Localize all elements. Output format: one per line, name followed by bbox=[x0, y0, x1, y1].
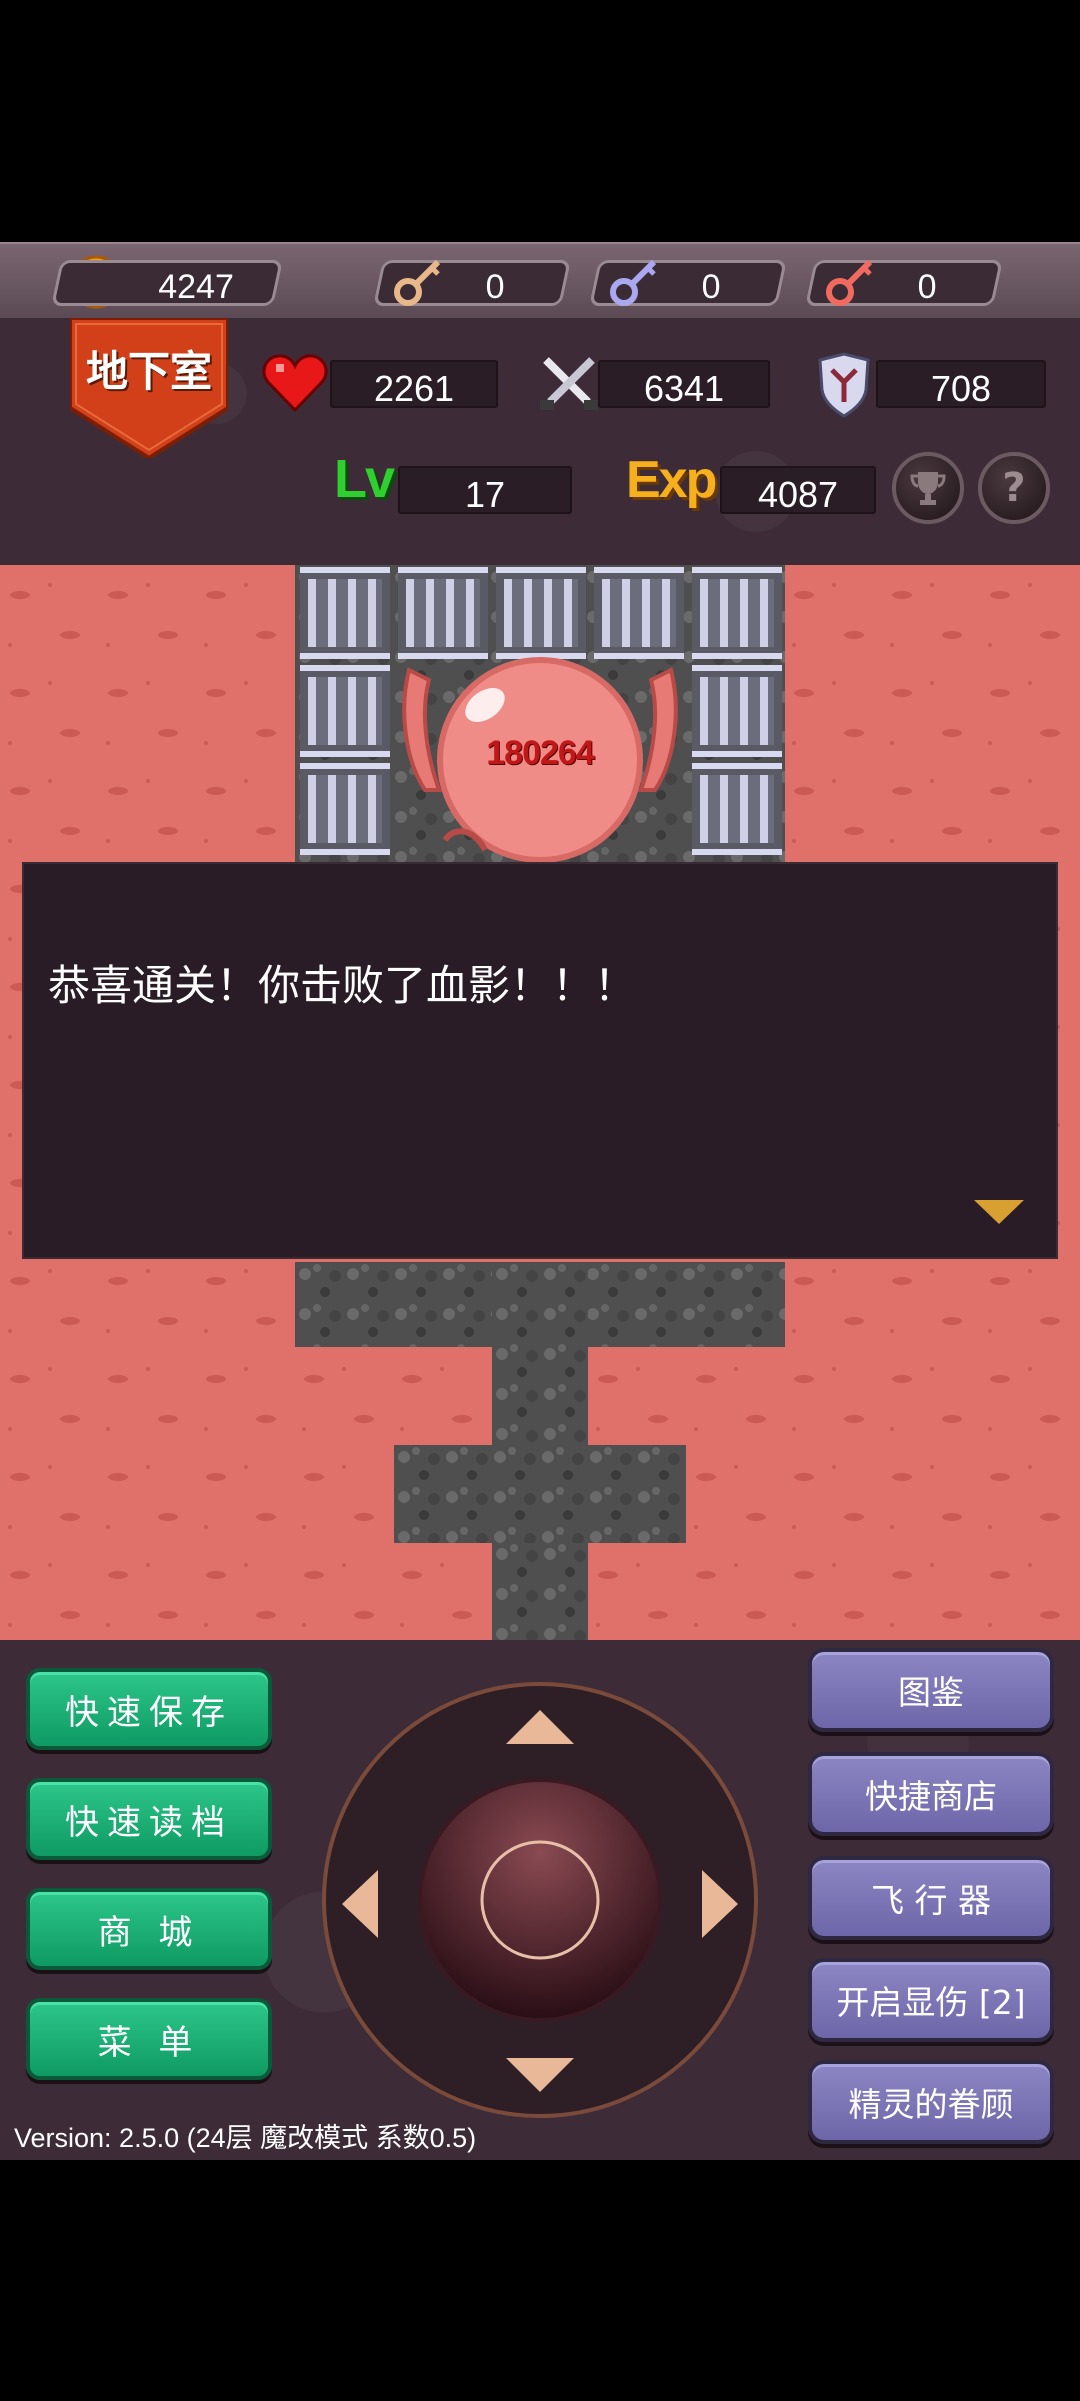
iron-bars bbox=[692, 665, 782, 757]
stone-floor bbox=[394, 1445, 686, 1543]
continue-arrow-icon[interactable] bbox=[974, 1200, 1024, 1224]
level-label: Lv bbox=[334, 449, 395, 509]
iron-bars bbox=[594, 567, 684, 659]
directional-pad[interactable] bbox=[320, 1680, 760, 2120]
encyclopedia-button[interactable]: 图鉴 bbox=[808, 1648, 1054, 1732]
defense-box: 708 bbox=[876, 360, 1046, 409]
crossed-swords-icon bbox=[540, 357, 598, 410]
iron-bars bbox=[496, 567, 586, 659]
gold-counter: 4247 bbox=[51, 260, 283, 306]
heart-icon bbox=[262, 354, 328, 413]
gold-value: 4247 bbox=[158, 268, 234, 306]
version-text: Version: 2.5.0 (24层 魔改模式 系数0.5) bbox=[14, 2123, 477, 2153]
blue-key-icon bbox=[610, 259, 657, 306]
attack-box: 6341 bbox=[598, 360, 770, 409]
dialog-message: 恭喜通关！你击败了血影！！！ bbox=[48, 961, 637, 1010]
red-key-icon bbox=[826, 259, 873, 306]
quick-save-button[interactable]: 快速保存 bbox=[26, 1668, 272, 1750]
iron-bars bbox=[398, 567, 488, 659]
menu-button[interactable]: 菜 单 bbox=[26, 1998, 272, 2080]
floor-name: 地下室 bbox=[85, 347, 212, 396]
achievements-button[interactable] bbox=[892, 452, 964, 524]
message-dialog[interactable]: 恭喜通关！你击败了血影！！！ bbox=[22, 862, 1058, 1259]
shield-icon bbox=[818, 352, 870, 418]
iron-bars bbox=[300, 665, 390, 757]
quick-shop-button[interactable]: 快捷商店 bbox=[808, 1752, 1054, 1836]
defense-value: 708 bbox=[930, 368, 992, 409]
quick-load-button[interactable]: 快速读档 bbox=[26, 1778, 272, 1860]
shop-button[interactable]: 商 城 bbox=[26, 1888, 272, 1970]
attack-value: 6341 bbox=[643, 368, 725, 409]
spirit-favor-button[interactable]: 精灵的眷顾 bbox=[808, 2060, 1054, 2144]
iron-bars bbox=[692, 567, 782, 659]
exp-label: Exp bbox=[626, 451, 717, 509]
hp-box: 2261 bbox=[330, 360, 498, 409]
level-box: 17 bbox=[398, 466, 572, 515]
flyer-button[interactable]: 飞 行 器 bbox=[808, 1856, 1054, 1940]
help-button[interactable]: ? bbox=[978, 452, 1050, 524]
help-icon: ? bbox=[1002, 465, 1026, 511]
level-value: 17 bbox=[464, 474, 506, 515]
exp-box: 4087 bbox=[720, 466, 876, 515]
resource-bar: 4247 0 0 0 bbox=[0, 242, 1080, 320]
hp-value: 2261 bbox=[373, 368, 455, 409]
damage-number: 180264 bbox=[486, 734, 594, 772]
iron-bars bbox=[692, 763, 782, 855]
exp-value: 4087 bbox=[757, 474, 839, 515]
trophy-icon bbox=[910, 472, 946, 505]
iron-bars bbox=[300, 567, 390, 659]
iron-bars bbox=[300, 763, 390, 855]
yellow-key-icon bbox=[394, 259, 441, 306]
show-damage-button[interactable]: 开启显伤 [2] bbox=[808, 1958, 1054, 2042]
